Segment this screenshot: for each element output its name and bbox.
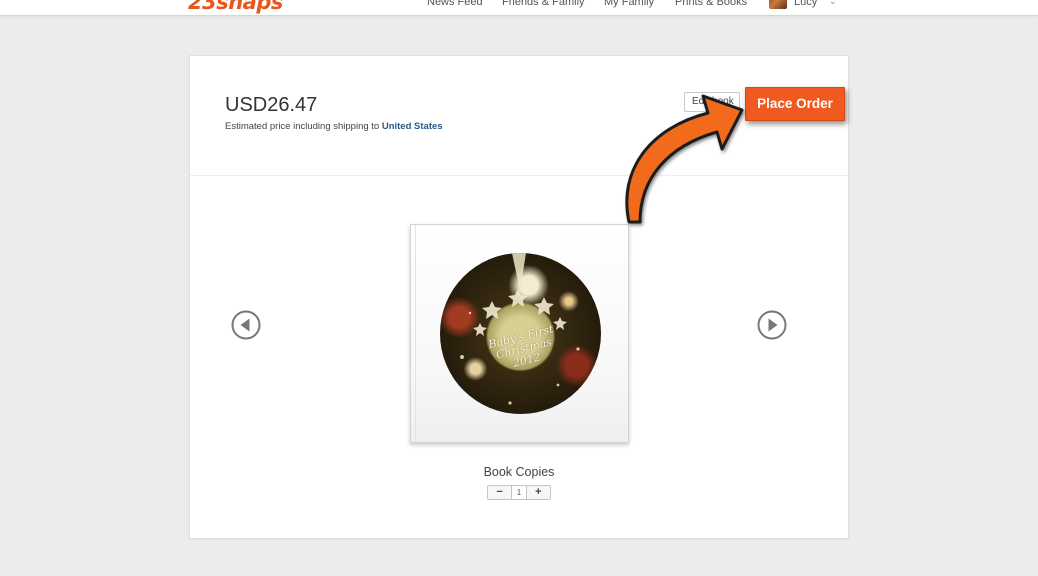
- nav-prints-books[interactable]: Prints & Books: [675, 0, 747, 9]
- chevron-down-icon[interactable]: ⌄: [829, 0, 837, 8]
- user-name[interactable]: Lucy: [794, 0, 817, 9]
- increase-copies-button[interactable]: +: [527, 486, 550, 499]
- circle-right-icon: [757, 310, 787, 340]
- book-spine: [415, 225, 416, 442]
- nav-my-family[interactable]: My Family: [604, 0, 654, 9]
- card-divider: [190, 175, 848, 176]
- next-page-button[interactable]: [757, 310, 787, 340]
- book-copies-stepper: − 1 +: [487, 485, 551, 500]
- site-logo[interactable]: 23snaps: [188, 0, 283, 14]
- top-nav-bar: 23snaps News Feed Friends & Family My Fa…: [0, 0, 1038, 16]
- nav-friends-family[interactable]: Friends & Family: [502, 0, 585, 9]
- book-cover-preview: Baby's First Christmas 2012: [410, 224, 629, 443]
- price-note-text: Estimated price including shipping to: [225, 121, 382, 132]
- order-card: USD26.47 Estimated price including shipp…: [189, 55, 849, 539]
- edit-book-button[interactable]: Edit book: [684, 92, 740, 112]
- book-copies-label: Book Copies: [483, 465, 555, 479]
- previous-page-button[interactable]: [231, 310, 261, 340]
- price-note: Estimated price including shipping to Un…: [225, 121, 443, 133]
- user-avatar[interactable]: [769, 0, 787, 9]
- circle-left-icon: [231, 310, 261, 340]
- decrease-copies-button[interactable]: −: [488, 486, 511, 499]
- place-order-button[interactable]: Place Order: [745, 87, 845, 121]
- copies-value[interactable]: 1: [511, 486, 527, 499]
- order-price: USD26.47: [225, 94, 318, 116]
- cover-photo-ornament: Baby's First Christmas 2012: [440, 253, 601, 414]
- shipping-country-link[interactable]: United States: [382, 121, 443, 132]
- nav-news-feed[interactable]: News Feed: [427, 0, 483, 9]
